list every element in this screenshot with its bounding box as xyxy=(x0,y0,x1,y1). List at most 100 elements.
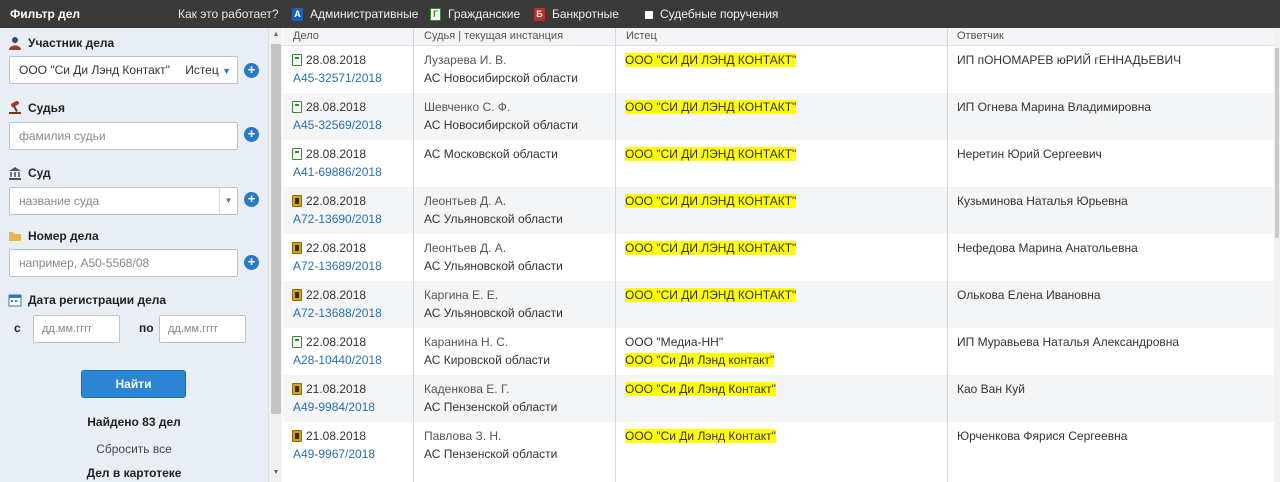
found-count: Найдено 83 дел xyxy=(87,415,181,429)
case-date-cell: 22.08.2018 xyxy=(292,239,366,257)
plaintiff-name: ООО "СИ ДИ ЛЭНД КОНТАКТ" xyxy=(625,194,797,208)
case-date: 21.08.2018 xyxy=(306,382,367,396)
case-date-cell: 21.08.2018 xyxy=(292,380,366,398)
date-label: Дата регистрации дела xyxy=(28,293,167,307)
table-scrollbar[interactable] xyxy=(1274,28,1280,482)
table-row[interactable]: 28.08.2018 А45-32571/2018 Лузарева И. В. АС… xyxy=(283,46,1274,93)
top-bar: Фильтр дел Как это работает? A Администр… xyxy=(0,0,1280,28)
case-number-link[interactable]: А49-9984/2018 xyxy=(293,398,375,416)
filter-court-orders[interactable]: Судебные поручения xyxy=(645,6,778,22)
judge-name: Каранина Н. С. xyxy=(424,335,509,349)
bankruptcy-case-icon xyxy=(292,430,302,442)
add-judge-button[interactable]: + xyxy=(244,127,259,142)
defendant-name: Као Ван Куй xyxy=(957,382,1026,396)
defendant-name: Неретин Юрий Сергеевич xyxy=(957,147,1102,161)
case-date: 28.08.2018 xyxy=(306,53,367,67)
participant-role-select[interactable]: Истец ▼ xyxy=(185,63,231,77)
filter-bankruptcy[interactable]: Б Банкротные xyxy=(534,6,619,22)
plaintiff-name: ООО "СИ ДИ ЛЭНД КОНТАКТ" xyxy=(625,241,797,255)
date-to-input[interactable]: дд.мм.гггг xyxy=(159,315,246,343)
plaintiff-cell: ООО "СИ ДИ ЛЭНД КОНТАКТ" xyxy=(625,145,797,163)
chevron-down-icon: ▼ xyxy=(222,66,231,76)
chevron-down-icon[interactable]: ▼ xyxy=(219,188,237,214)
table-row[interactable]: 22.08.2018 А72-13688/2018 Каргина Е. Е. АС … xyxy=(283,281,1274,328)
case-number-link[interactable]: А41-69886/2018 xyxy=(293,163,382,181)
judge-name: Леонтьев Д. А. xyxy=(424,194,507,208)
filter-bankruptcy-label: Банкротные xyxy=(552,7,619,21)
civil-case-icon xyxy=(292,148,302,160)
case-number-input[interactable]: например, А50-5568/08 xyxy=(9,249,238,277)
defendant-name: Юрченкова Фярися Сергеевна xyxy=(957,429,1128,443)
plaintiff-cell: ООО "Медиа-НН" xyxy=(625,333,723,351)
case-number-label: Номер дела xyxy=(28,229,99,243)
add-participant-button[interactable]: + xyxy=(244,63,259,78)
header-judge: Судья | текущая инстанция xyxy=(424,30,564,42)
court-name: АС Пензенской области xyxy=(424,447,558,461)
filter-administrative[interactable]: A Административные xyxy=(292,6,418,22)
judge-input[interactable]: фамилия судьи xyxy=(9,122,238,150)
case-date: 22.08.2018 xyxy=(306,241,367,255)
plaintiff-name: ООО "СИ ДИ ЛЭНД КОНТАКТ" xyxy=(625,100,797,114)
date-to-placeholder: дд.мм.гггг xyxy=(168,323,219,335)
participant-label: Участник дела xyxy=(28,36,115,50)
reset-all-link[interactable]: Сбросить все xyxy=(0,442,268,456)
sidebar-scroll-thumb[interactable] xyxy=(271,44,281,414)
table-row[interactable]: 21.08.2018 А49-9967/2018 Павлова З. Н. АС П… xyxy=(283,422,1274,469)
column-divider xyxy=(413,28,414,482)
plaintiff-cell: ООО "СИ ДИ ЛЭНД КОНТАКТ" xyxy=(625,98,797,116)
court-select[interactable]: название суда ▼ xyxy=(9,187,238,215)
case-number-placeholder: например, А50-5568/08 xyxy=(19,256,150,270)
scroll-up-icon[interactable]: ▲ xyxy=(269,31,283,38)
court-name: АС Ульяновской области xyxy=(424,306,563,320)
find-button[interactable]: Найти xyxy=(81,370,186,398)
filter-administrative-label: Административные xyxy=(310,7,419,21)
table-row[interactable]: 22.08.2018 А28-10440/2018 Каранина Н. С. АС… xyxy=(283,328,1274,375)
scroll-down-icon[interactable]: ▼ xyxy=(269,469,283,476)
court-name: АС Московской области xyxy=(424,147,558,161)
plaintiff-cell: ООО "СИ ДИ ЛЭНД КОНТАКТ" xyxy=(625,192,797,210)
date-from-label: с xyxy=(14,321,21,335)
table-row[interactable]: 22.08.2018 А72-13689/2018 Леонтьев Д. А. АС… xyxy=(283,234,1274,281)
table-row[interactable]: 28.08.2018 А41-69886/2018 АС Московской об… xyxy=(283,140,1274,187)
case-number-link[interactable]: А45-32571/2018 xyxy=(293,69,382,87)
plaintiff-cell: ООО "Си Ди Лэнд контакт" xyxy=(625,351,775,369)
how-it-works-link[interactable]: Как это работает? xyxy=(178,7,279,21)
case-date-cell: 28.08.2018 xyxy=(292,145,366,163)
participant-field[interactable]: ООО "Си Ди Лэнд Контакт" Истец ▼ xyxy=(9,56,238,84)
add-court-button[interactable]: + xyxy=(244,192,259,207)
gavel-icon xyxy=(9,101,21,114)
case-date-cell: 21.08.2018 xyxy=(292,427,366,445)
case-date-cell: 22.08.2018 xyxy=(292,192,366,210)
plaintiff-name: ООО "СИ ДИ ЛЭНД КОНТАКТ" xyxy=(625,147,797,161)
person-icon xyxy=(9,37,21,50)
case-number-link[interactable]: А72-13688/2018 xyxy=(293,304,382,322)
court-orders-icon xyxy=(645,10,653,19)
sidebar-scrollbar[interactable]: ▲ ▼ xyxy=(268,28,282,482)
header-case: Дело xyxy=(293,30,319,42)
case-number-link[interactable]: А72-13690/2018 xyxy=(293,210,382,228)
case-number-link[interactable]: А49-9967/2018 xyxy=(293,445,375,463)
plaintiff-name: ООО "СИ ДИ ЛЭНД КОНТАКТ" xyxy=(625,288,797,302)
plaintiff-name: ООО "СИ ДИ ЛЭНД КОНТАКТ" xyxy=(625,53,797,67)
judge-name: Шевченко С. Ф. xyxy=(424,100,511,114)
case-date: 28.08.2018 xyxy=(306,100,367,114)
case-date-cell: 28.08.2018 xyxy=(292,51,366,69)
table-scroll-thumb[interactable] xyxy=(1275,48,1279,238)
civil-case-icon xyxy=(292,101,302,113)
date-from-input[interactable]: дд.мм.гггг xyxy=(33,315,120,343)
filter-civil[interactable]: Г Гражданские xyxy=(430,6,520,22)
case-number-heading: Номер дела xyxy=(8,229,99,243)
defendant-name: Олькова Елена Ивановна xyxy=(957,288,1101,302)
case-date-cell: 22.08.2018 xyxy=(292,333,366,351)
case-number-link[interactable]: А28-10440/2018 xyxy=(293,351,382,369)
participant-role-label: Истец xyxy=(185,63,219,77)
table-row[interactable]: 28.08.2018 А45-32569/2018 Шевченко С. Ф. АС… xyxy=(283,93,1274,140)
table-row[interactable]: 21.08.2018 А49-9984/2018 Каденкова Е. Г. АС… xyxy=(283,375,1274,422)
table-row[interactable]: 22.08.2018 А72-13690/2018 Леонтьев Д. А. АС… xyxy=(283,187,1274,234)
case-number-link[interactable]: А72-13689/2018 xyxy=(293,257,382,275)
case-number-link[interactable]: А45-32569/2018 xyxy=(293,116,382,134)
defendant-name: Нефедова Марина Анатольевна xyxy=(957,241,1138,255)
judge-name: Каденкова Е. Г. xyxy=(424,382,510,396)
add-case-number-button[interactable]: + xyxy=(244,255,259,270)
bankruptcy-case-icon xyxy=(292,383,302,395)
